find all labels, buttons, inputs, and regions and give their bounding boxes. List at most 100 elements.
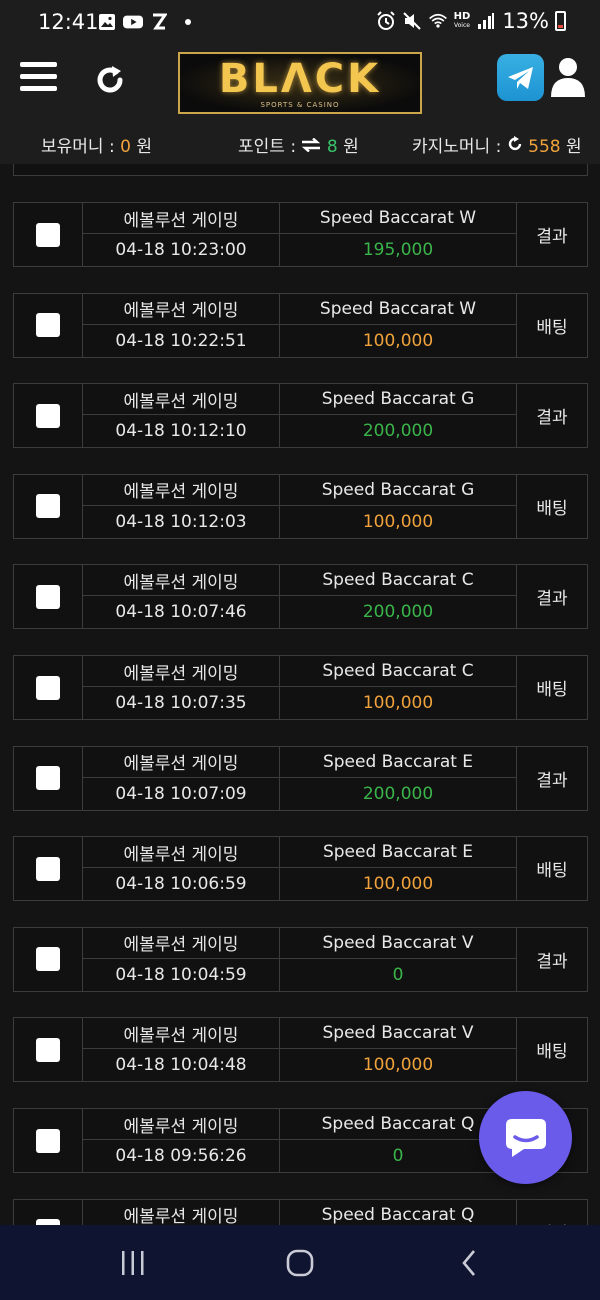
bet-select-cell[interactable] [14, 474, 83, 538]
bet-status[interactable]: 결과 [517, 747, 587, 810]
bet-row[interactable]: 에볼루션 게이밍 04-18 10:22:51 Speed Baccarat W 10… [13, 292, 588, 358]
casino-money[interactable]: 카지노머니 : 558 원 [412, 132, 582, 157]
bet-row[interactable]: 에볼루션 게이밍 04-18 10:07:35 Speed Baccarat C 10… [13, 655, 588, 720]
bet-provider: 에볼루션 게이밍 [83, 384, 280, 416]
bet-row[interactable]: 에볼루션 게이밍 04-18 10:06:59 Speed Baccarat E 10… [13, 836, 588, 902]
points[interactable]: 포인트 : 8 원 [238, 132, 359, 157]
wifi-icon [428, 11, 448, 31]
site-logo[interactable]: BLΛCK SPORTS & CASINO [178, 52, 422, 114]
bet-provider: 에볼루션 게이밍 [83, 1199, 280, 1225]
chat-icon [505, 1118, 546, 1157]
recent-apps-icon[interactable] [118, 1247, 148, 1279]
bet-row[interactable]: 에볼루션 게이밍 04-18 10:04:59 Speed Baccarat V0결… [13, 926, 588, 992]
bet-checkbox[interactable] [36, 1037, 60, 1062]
bet-datetime: 04-18 10:06:59 [83, 868, 280, 901]
bet-row[interactable]: 에볼루션 게이밍Speed Baccarat Q배팅 [13, 1198, 588, 1225]
logo-subtitle: SPORTS & CASINO [260, 101, 340, 109]
alarm-icon [376, 11, 396, 31]
more-notifications-dot [185, 19, 191, 25]
bet-checkbox[interactable] [36, 494, 60, 519]
bet-status[interactable]: 배팅 [517, 294, 587, 357]
bet-select-cell[interactable] [14, 203, 83, 266]
bet-select-cell[interactable] [14, 746, 83, 810]
bet-row[interactable]: 에볼루션 게이밍 04-18 10:12:10 Speed Baccarat G 20… [13, 383, 588, 449]
exchange-icon[interactable] [301, 137, 321, 157]
bet-amount: 200,000 [280, 777, 517, 810]
menu-icon[interactable] [20, 62, 57, 94]
app-header: BLΛCK SPORTS & CASINO [0, 42, 600, 120]
back-icon[interactable] [455, 1247, 483, 1279]
bet-select-cell[interactable] [14, 837, 83, 901]
bet-checkbox[interactable] [36, 1128, 60, 1153]
system-icons: HD Voice 13% [376, 9, 566, 33]
bet-select-cell[interactable] [14, 1018, 83, 1082]
bet-datetime: 04-18 10:04:59 [83, 958, 280, 991]
bet-row[interactable]: 에볼루션 게이밍 04-18 10:07:09 Speed Baccarat E 20… [13, 745, 588, 811]
gallery-icon [97, 12, 117, 32]
bet-row[interactable]: 에볼루션 게이밍 04-18 10:04:48 Speed Baccarat V 10… [13, 1017, 588, 1083]
bet-status[interactable]: 결과 [517, 565, 587, 628]
bet-game: Speed Baccarat E [280, 746, 517, 778]
bet-history-list[interactable]: 에볼루션 게이밍 04-18 10:23:00 Speed Baccarat W 19… [0, 164, 600, 1225]
system-nav-bar [0, 1225, 600, 1300]
reload-icon[interactable] [507, 136, 523, 157]
bet-select-cell[interactable] [14, 927, 83, 991]
bet-checkbox[interactable] [36, 222, 60, 247]
bet-game: Speed Baccarat V [280, 1018, 517, 1050]
bet-checkbox[interactable] [36, 766, 60, 791]
bet-checkbox[interactable] [36, 584, 60, 609]
bet-game: Speed Baccarat C [280, 565, 517, 597]
bet-checkbox[interactable] [36, 675, 60, 700]
bet-status[interactable]: 배팅 [517, 475, 587, 538]
bet-checkbox[interactable] [36, 313, 60, 338]
bet-amount: 100,000 [280, 868, 517, 901]
bet-amount: 200,000 [280, 596, 517, 629]
user-icon[interactable] [550, 56, 586, 98]
bet-datetime: 04-18 10:12:10 [83, 415, 280, 448]
bet-checkbox[interactable] [36, 403, 60, 428]
chat-button[interactable] [479, 1091, 572, 1184]
bet-status[interactable]: 결과 [517, 928, 587, 991]
bet-status[interactable]: 배팅 [517, 837, 587, 900]
refresh-icon[interactable] [92, 62, 128, 98]
bet-provider: 에볼루션 게이밍 [83, 1109, 280, 1140]
bet-select-cell[interactable] [14, 384, 83, 448]
bet-select-cell[interactable] [14, 1109, 83, 1172]
bet-select-cell[interactable] [14, 1199, 83, 1225]
home-icon[interactable] [283, 1247, 317, 1279]
bet-row[interactable]: 에볼루션 게이밍 04-18 10:12:03 Speed Baccarat G 10… [13, 473, 588, 539]
bet-game: Speed Baccarat G [280, 384, 517, 416]
bet-provider: 에볼루션 게이밍 [83, 203, 280, 234]
bet-datetime: 04-18 10:23:00 [83, 234, 280, 266]
bet-provider: 에볼루션 게이밍 [83, 565, 280, 597]
bet-select-cell[interactable] [14, 293, 83, 357]
bet-game: Speed Baccarat W [280, 293, 517, 325]
bet-status[interactable]: 배팅 [517, 1200, 587, 1225]
bet-amount: 0 [280, 958, 517, 991]
battery-icon [555, 11, 566, 31]
bet-datetime: 04-18 09:56:26 [83, 1140, 280, 1172]
bet-provider: 에볼루션 게이밍 [83, 837, 280, 869]
bet-provider: 에볼루션 게이밍 [83, 927, 280, 959]
notification-icons [97, 12, 191, 32]
hd-voice-indicator: HD Voice [453, 11, 471, 30]
bet-row[interactable]: 에볼루션 게이밍 04-18 10:23:00 Speed Baccarat W 19… [13, 202, 588, 267]
telegram-icon[interactable] [497, 54, 544, 101]
bet-provider: 에볼루션 게이밍 [83, 656, 280, 687]
z-icon [149, 12, 169, 32]
bet-checkbox[interactable] [36, 856, 60, 881]
bet-select-cell[interactable] [14, 565, 83, 629]
bet-amount: 100,000 [280, 687, 517, 719]
youtube-icon [123, 12, 143, 32]
bet-row[interactable]: 에볼루션 게이밍 04-18 10:07:46 Speed Baccarat C 20… [13, 564, 588, 630]
bet-datetime: 04-18 10:07:35 [83, 687, 280, 719]
bet-game: Speed Baccarat E [280, 837, 517, 869]
bet-select-cell[interactable] [14, 656, 83, 719]
logo-text: BLΛCK [218, 56, 382, 102]
bet-provider: 에볼루션 게이밍 [83, 474, 280, 506]
bet-status[interactable]: 결과 [517, 384, 587, 447]
bet-status[interactable]: 결과 [517, 203, 587, 266]
bet-status[interactable]: 배팅 [517, 1018, 587, 1081]
bet-status[interactable]: 배팅 [517, 656, 587, 719]
bet-checkbox[interactable] [36, 947, 60, 972]
